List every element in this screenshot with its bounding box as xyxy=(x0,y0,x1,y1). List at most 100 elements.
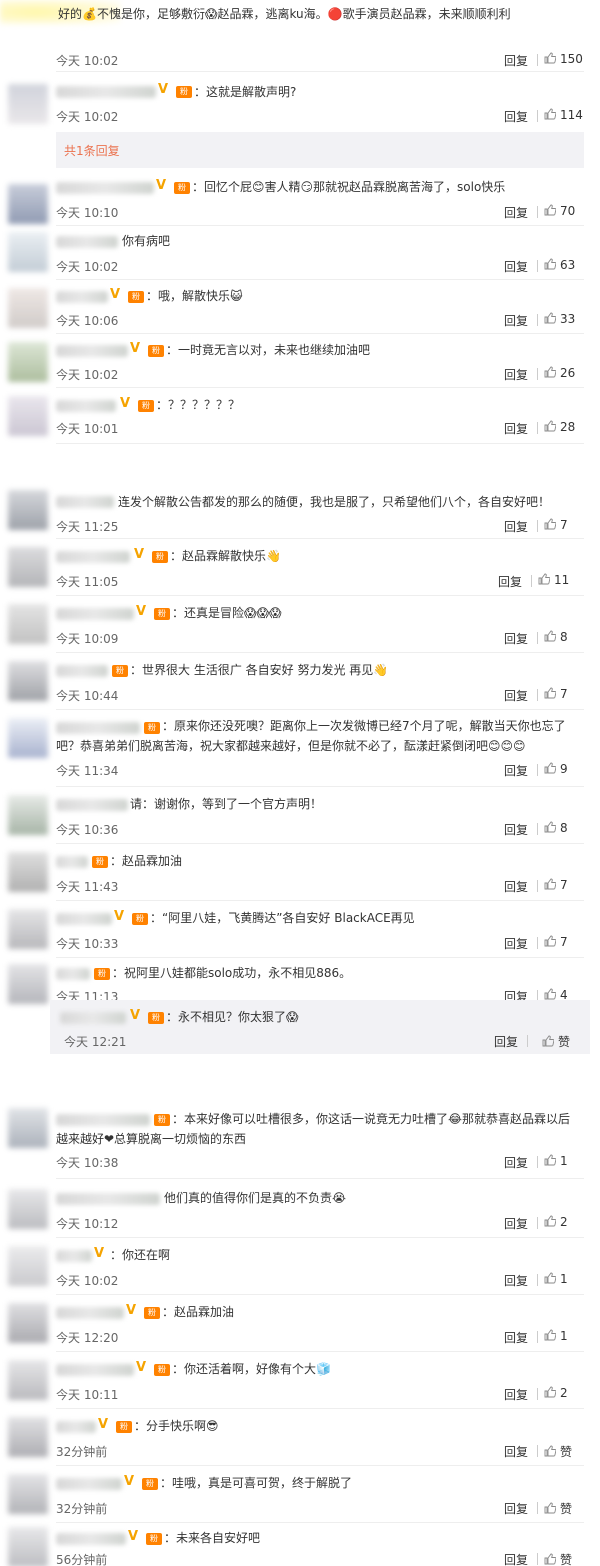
comment-item: 粉 ：世界很大 生活很广 各自安好 努力发光 再见👋 今天 10:44 回复 7 xyxy=(0,653,600,710)
comment-time: 今天 12:20 xyxy=(56,1331,119,1345)
like-button[interactable]: 9 xyxy=(544,762,584,776)
reply-button[interactable]: 回复 xyxy=(504,935,528,952)
like-button[interactable]: 1 xyxy=(544,1154,584,1168)
comment-text: ：“阿里八娃，飞黄腾达”各自安好 BlackACE再见 xyxy=(150,911,415,925)
comment-item: 连发个解散公告都发的那么的随便，我也是服了，只希望他们八个，各自安好吧！ 今天 … xyxy=(0,482,600,539)
comment-text: ：哦，解散快乐😺 xyxy=(146,289,243,303)
reply-button[interactable]: 回复 xyxy=(494,1033,518,1050)
comment-text: ：祝阿里八娃都能solo成功，永不相见886。 xyxy=(112,966,352,980)
thumbs-up-icon xyxy=(544,1272,556,1284)
like-button[interactable]: 26 xyxy=(544,366,584,380)
like-button[interactable]: 150 xyxy=(544,52,584,66)
reply-button[interactable]: 回复 xyxy=(504,878,528,895)
like-button[interactable]: 7 xyxy=(544,878,584,892)
verified-v-icon: V xyxy=(94,1246,105,1261)
avatar xyxy=(8,718,48,758)
reply-button[interactable]: 回复 xyxy=(504,366,528,383)
like-button[interactable]: 33 xyxy=(544,312,584,326)
comment-time: 今天 10:10 xyxy=(56,206,119,220)
reply-button[interactable]: 回复 xyxy=(498,573,522,590)
like-count: 2 xyxy=(560,1386,568,1400)
reply-button[interactable]: 回复 xyxy=(504,204,528,221)
reply-button[interactable]: 回复 xyxy=(504,1386,528,1403)
like-button[interactable]: 8 xyxy=(544,821,584,835)
separator xyxy=(537,689,538,701)
reply-button[interactable]: 回复 xyxy=(504,518,528,535)
avatar xyxy=(8,1303,48,1343)
comment-meta: 今天 10:02 回复 150 xyxy=(56,52,584,68)
reply-button[interactable]: 回复 xyxy=(504,762,528,779)
reply-button[interactable]: 回复 xyxy=(504,630,528,647)
like-button[interactable]: 1 xyxy=(544,1329,584,1343)
thumbs-up-icon xyxy=(544,1215,556,1227)
username-blurred xyxy=(56,1364,134,1376)
like-button[interactable]: 28 xyxy=(544,420,584,434)
comment-item: V 粉 ：未来各自安好吧 56分钟前 回复 赞 xyxy=(0,1523,600,1566)
separator xyxy=(537,880,538,892)
verified-v-icon: V xyxy=(136,1360,147,1375)
comment-time: 56分钟前 xyxy=(56,1553,108,1566)
reply-button[interactable]: 回复 xyxy=(504,821,528,838)
separator xyxy=(537,1502,538,1514)
avatar xyxy=(8,1246,48,1286)
like-button[interactable]: 114 xyxy=(544,108,584,122)
username-blurred xyxy=(56,400,116,412)
comment-meta: 今天 10:09 回复 8 xyxy=(56,630,584,646)
avatar xyxy=(8,342,48,382)
expand-replies-link[interactable]: 共1条回复 xyxy=(64,142,120,159)
reply-button[interactable]: 回复 xyxy=(504,420,528,437)
comment-item: V 粉 ：赵品霖加油 今天 12:20 回复 1 xyxy=(0,1295,600,1352)
comment-meta: 今天 10:02 回复 114 xyxy=(56,108,584,124)
fan-badge-icon: 粉 xyxy=(174,182,190,194)
reply-button[interactable]: 回复 xyxy=(504,1500,528,1517)
like-button[interactable]: 7 xyxy=(544,687,584,701)
reply-button[interactable]: 回复 xyxy=(504,1329,528,1346)
fan-badge-icon: 粉 xyxy=(176,86,192,98)
avatar xyxy=(8,795,48,835)
like-button[interactable]: 赞 xyxy=(544,1443,584,1460)
like-button[interactable]: 70 xyxy=(544,204,584,218)
thumbs-up-icon xyxy=(544,1445,556,1457)
like-button[interactable]: 11 xyxy=(538,573,584,587)
comment-time: 今天 10:12 xyxy=(56,1217,119,1231)
avatar xyxy=(8,1527,48,1566)
like-button[interactable]: 8 xyxy=(544,630,584,644)
like-button[interactable]: 7 xyxy=(544,518,584,532)
like-button[interactable]: 2 xyxy=(544,1215,584,1229)
thumbs-up-icon xyxy=(544,821,556,833)
like-button[interactable]: 63 xyxy=(544,258,584,272)
separator xyxy=(537,1156,538,1168)
like-count: 1 xyxy=(560,1272,568,1286)
like-count: 1 xyxy=(560,1329,568,1343)
reply-button[interactable]: 回复 xyxy=(504,258,528,275)
like-button[interactable]: 7 xyxy=(544,935,584,949)
reply-button[interactable]: 回复 xyxy=(504,1272,528,1289)
like-button[interactable]: 2 xyxy=(544,1386,584,1400)
like-button[interactable]: 赞 xyxy=(544,1500,584,1517)
reply-button[interactable]: 回复 xyxy=(504,108,528,125)
reply-button[interactable]: 回复 xyxy=(504,1154,528,1171)
reply-button[interactable]: 回复 xyxy=(504,52,528,69)
comment-item: V 粉 ：分手快乐啊😎 32分钟前 回复 赞 xyxy=(0,1409,600,1466)
comment-meta: 今天 11:34 回复 9 xyxy=(56,762,584,778)
avatar xyxy=(8,852,48,892)
fan-badge-icon: 粉 xyxy=(128,291,144,303)
reply-button[interactable]: 回复 xyxy=(504,1443,528,1460)
thumbs-up-icon xyxy=(544,1386,556,1398)
comment-section-1: 好的💰不愧是你，足够敷衍😱赵品霖，逃离ku海。🔴歌手演员赵品霖，未来顺顺利利 今… xyxy=(0,0,600,448)
reply-button[interactable]: 回复 xyxy=(504,1215,528,1232)
like-button[interactable]: 赞 xyxy=(544,1551,584,1566)
comment-text: ：回忆个屁😊害人精😏那就祝赵品霖脱离苦海了，solo快乐 xyxy=(192,180,506,194)
like-button[interactable]: 1 xyxy=(544,1272,584,1286)
comment-meta: 今天 10:02 回复 1 xyxy=(56,1272,584,1288)
thumbs-up-icon xyxy=(544,762,556,774)
verified-v-icon: V xyxy=(114,909,125,924)
like-button[interactable]: 赞 xyxy=(542,1033,570,1050)
comment-text: 请：谢谢你，等到了一个官方声明！ xyxy=(130,797,323,811)
thumbs-up-icon xyxy=(544,1154,556,1166)
comment-time: 今天 10:02 xyxy=(56,110,119,124)
thumbs-up-icon xyxy=(544,878,556,890)
reply-button[interactable]: 回复 xyxy=(504,312,528,329)
reply-button[interactable]: 回复 xyxy=(504,1551,528,1566)
reply-button[interactable]: 回复 xyxy=(504,687,528,704)
